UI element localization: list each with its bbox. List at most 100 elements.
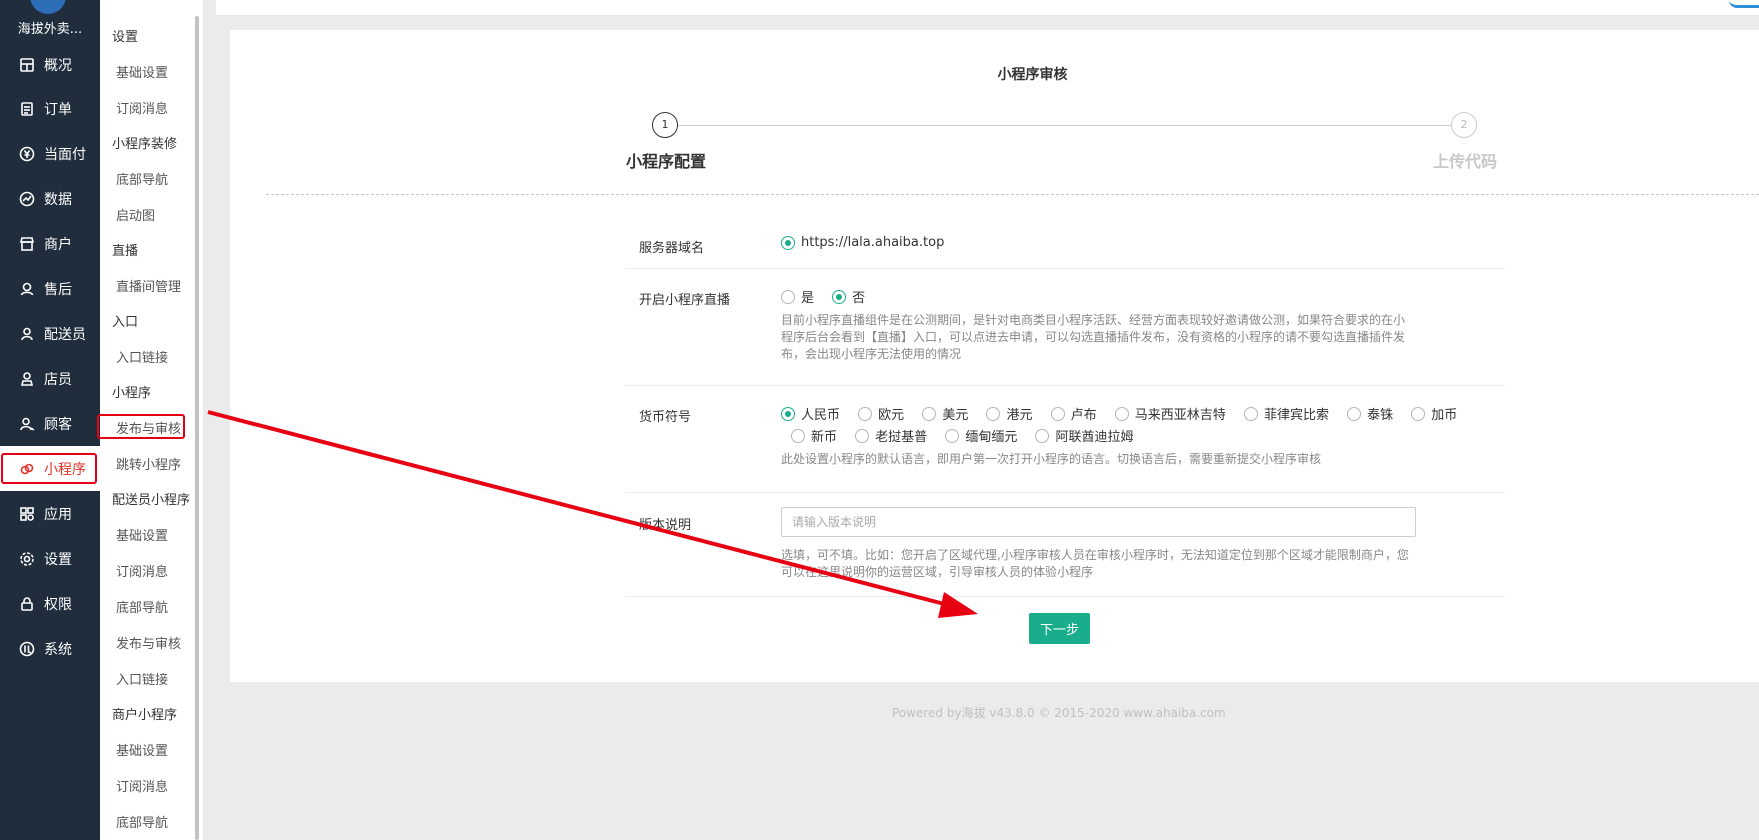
sidebar-item-label: 商户 <box>44 236 72 253</box>
step-2-indicator: 2 <box>1451 112 1477 138</box>
main-panel: 小程序审核 1 2 小程序配置 上传代码 服务器域名 https://lala.… <box>230 30 1759 682</box>
subnav-item-courier-subscribe[interactable]: 订阅消息 <box>116 561 168 580</box>
currency-option-label: 卢布 <box>1070 408 1097 423</box>
currency-option-label: 美元 <box>942 408 969 423</box>
radio-unchecked-icon <box>1035 428 1050 443</box>
next-step-button[interactable]: 下一步 <box>1029 613 1090 644</box>
currency-option-lak[interactable]: 老挝基普 <box>855 426 927 445</box>
subnav-item-courier-basic[interactable]: 基础设置 <box>116 525 168 544</box>
sidebar-item-label: 当面付 <box>44 146 86 163</box>
currency-option-myr[interactable]: 马来西亚林吉特 <box>1114 404 1226 423</box>
currency-option-hkd[interactable]: 港元 <box>986 404 1032 423</box>
sidebar-item-permissions[interactable]: 权限 <box>0 581 100 626</box>
currency-option-sgd[interactable]: 新币 <box>791 426 837 445</box>
brand-name: 海拔外卖... <box>17 22 83 37</box>
radio-unchecked-icon <box>781 289 795 304</box>
currency-options-row2: 新币 老挝基普 缅甸缅元 阿联酋迪拉姆 <box>791 426 1147 447</box>
system-icon <box>18 640 36 658</box>
live-option-no[interactable]: 否 <box>832 287 865 306</box>
lock-icon <box>18 595 36 613</box>
live-option-yes-label: 是 <box>801 291 815 306</box>
sidebar-item-label: 顾客 <box>44 416 72 433</box>
subnav-item-courier-bottom-nav[interactable]: 底部导航 <box>116 597 168 616</box>
sidebar-item-label: 小程序 <box>44 461 86 478</box>
sidebar-item-overview[interactable]: 概况 <box>0 42 100 87</box>
server-domain-row: 服务器域名 https://lala.ahaiba.top <box>625 224 1505 269</box>
currency-option-php[interactable]: 菲律宾比索 <box>1243 404 1329 423</box>
subnav-item-bottom-nav[interactable]: 底部导航 <box>116 169 168 188</box>
sidebar-item-orders[interactable]: 订单 <box>0 86 100 131</box>
subnav-item-publish-review[interactable]: 发布与审核 <box>116 418 181 437</box>
radio-unchecked-icon <box>945 428 960 443</box>
sidebar-item-staff[interactable]: 店员 <box>0 356 100 401</box>
sidebar-item-data[interactable]: 数据 <box>0 176 100 221</box>
sidebar-item-courier[interactable]: 配送员 <box>0 311 100 356</box>
server-domain-options: https://lala.ahaiba.top <box>781 235 958 254</box>
subnav-group-merchant-mp: 商户小程序 <box>112 708 178 723</box>
live-option-no-label: 否 <box>852 291 866 306</box>
currency-option-label: 缅甸缅元 <box>965 430 1018 445</box>
subnav-item-merchant-bottom-nav[interactable]: 底部导航 <box>116 812 168 831</box>
currency-option-cad[interactable]: 加币 <box>1411 404 1457 423</box>
sidebar-item-system[interactable]: 系统 <box>0 626 100 671</box>
radio-unchecked-icon <box>1243 406 1258 421</box>
radio-unchecked-icon <box>1347 406 1362 421</box>
subnav-group-entry: 入口 <box>112 315 139 330</box>
radio-unchecked-icon <box>1411 406 1426 421</box>
currency-option-mmk[interactable]: 缅甸缅元 <box>945 426 1017 445</box>
subnav-item-courier-entry[interactable]: 入口链接 <box>116 669 168 688</box>
subnav-item-jump-miniprogram[interactable]: 跳转小程序 <box>116 454 181 473</box>
steps-connector <box>665 125 1465 126</box>
currency-option-cny[interactable]: 人民币 <box>781 404 840 423</box>
server-domain-radio[interactable]: https://lala.ahaiba.top <box>781 235 944 250</box>
top-corner-decoration <box>1729 0 1759 8</box>
version-label: 版本说明 <box>639 518 692 533</box>
currency-option-usd[interactable]: 美元 <box>922 404 968 423</box>
sidebar-item-label: 订单 <box>44 101 72 118</box>
live-row: 开启小程序直播 是 否 目前小程序直播组件是在公测期间，是针对电商类目小程序活跃… <box>625 269 1505 386</box>
gear-icon <box>18 550 36 568</box>
main-sidebar: 海拔外卖... 概况 订单 当面付 数据 商户 售后 配送员 店员 顾客 小程序… <box>0 0 100 840</box>
sidebar-item-miniprogram[interactable]: 小程序 <box>0 446 100 491</box>
subnav-item-courier-publish[interactable]: 发布与审核 <box>116 633 181 652</box>
subnav-item-merchant-subscribe[interactable]: 订阅消息 <box>116 776 168 795</box>
apps-icon <box>18 505 36 523</box>
sidebar-item-settings[interactable]: 设置 <box>0 536 100 581</box>
currency-option-thb[interactable]: 泰铢 <box>1347 404 1393 423</box>
subnav-item-entry-link[interactable]: 入口链接 <box>116 347 168 366</box>
radio-unchecked-icon <box>986 406 1001 421</box>
currency-option-label: 港元 <box>1006 408 1033 423</box>
currency-option-label: 新币 <box>811 430 838 445</box>
sidebar-item-label: 设置 <box>44 551 72 568</box>
sidebar-item-customer[interactable]: 顾客 <box>0 401 100 446</box>
radio-unchecked-icon <box>1050 406 1065 421</box>
subnav-item-basic-settings[interactable]: 基础设置 <box>116 62 168 81</box>
sidebar-item-merchant[interactable]: 商户 <box>0 221 100 266</box>
sidebar-item-after-sales[interactable]: 售后 <box>0 266 100 311</box>
footer-text: Powered by海拔 v43.8.0 © 2015-2020 www.aha… <box>892 706 1226 720</box>
currency-label: 货币符号 <box>639 410 692 425</box>
currency-option-label: 泰铢 <box>1367 408 1394 423</box>
subnav-item-live-room[interactable]: 直播间管理 <box>116 276 181 295</box>
subnav-item-merchant-basic[interactable]: 基础设置 <box>116 740 168 759</box>
currency-option-label: 阿联酋迪拉姆 <box>1055 430 1134 445</box>
radio-checked-icon <box>781 235 795 250</box>
currency-option-rub[interactable]: 卢布 <box>1050 404 1097 423</box>
sidebar-item-face-pay[interactable]: 当面付 <box>0 131 100 176</box>
subnav-item-subscribe-msg[interactable]: 订阅消息 <box>116 98 168 117</box>
app-window: 海拔外卖... 概况 订单 当面付 数据 商户 售后 配送员 店员 顾客 小程序… <box>0 0 1759 840</box>
currency-option-eur[interactable]: 欧元 <box>858 404 904 423</box>
subnav-item-splash[interactable]: 启动图 <box>116 205 155 224</box>
sidebar-item-apps[interactable]: 应用 <box>0 491 100 536</box>
radio-unchecked-icon <box>922 406 937 421</box>
currency-option-aed[interactable]: 阿联酋迪拉姆 <box>1035 426 1133 445</box>
radio-unchecked-icon <box>858 406 873 421</box>
miniprogram-icon <box>18 460 36 478</box>
subnav-scrollbar[interactable] <box>195 16 199 840</box>
version-input[interactable] <box>781 507 1416 537</box>
live-option-yes[interactable]: 是 <box>781 287 814 306</box>
customer-icon <box>18 415 36 433</box>
sidebar-item-label: 概况 <box>44 57 72 74</box>
radio-checked-icon <box>832 289 847 304</box>
radio-unchecked-icon <box>791 428 805 443</box>
